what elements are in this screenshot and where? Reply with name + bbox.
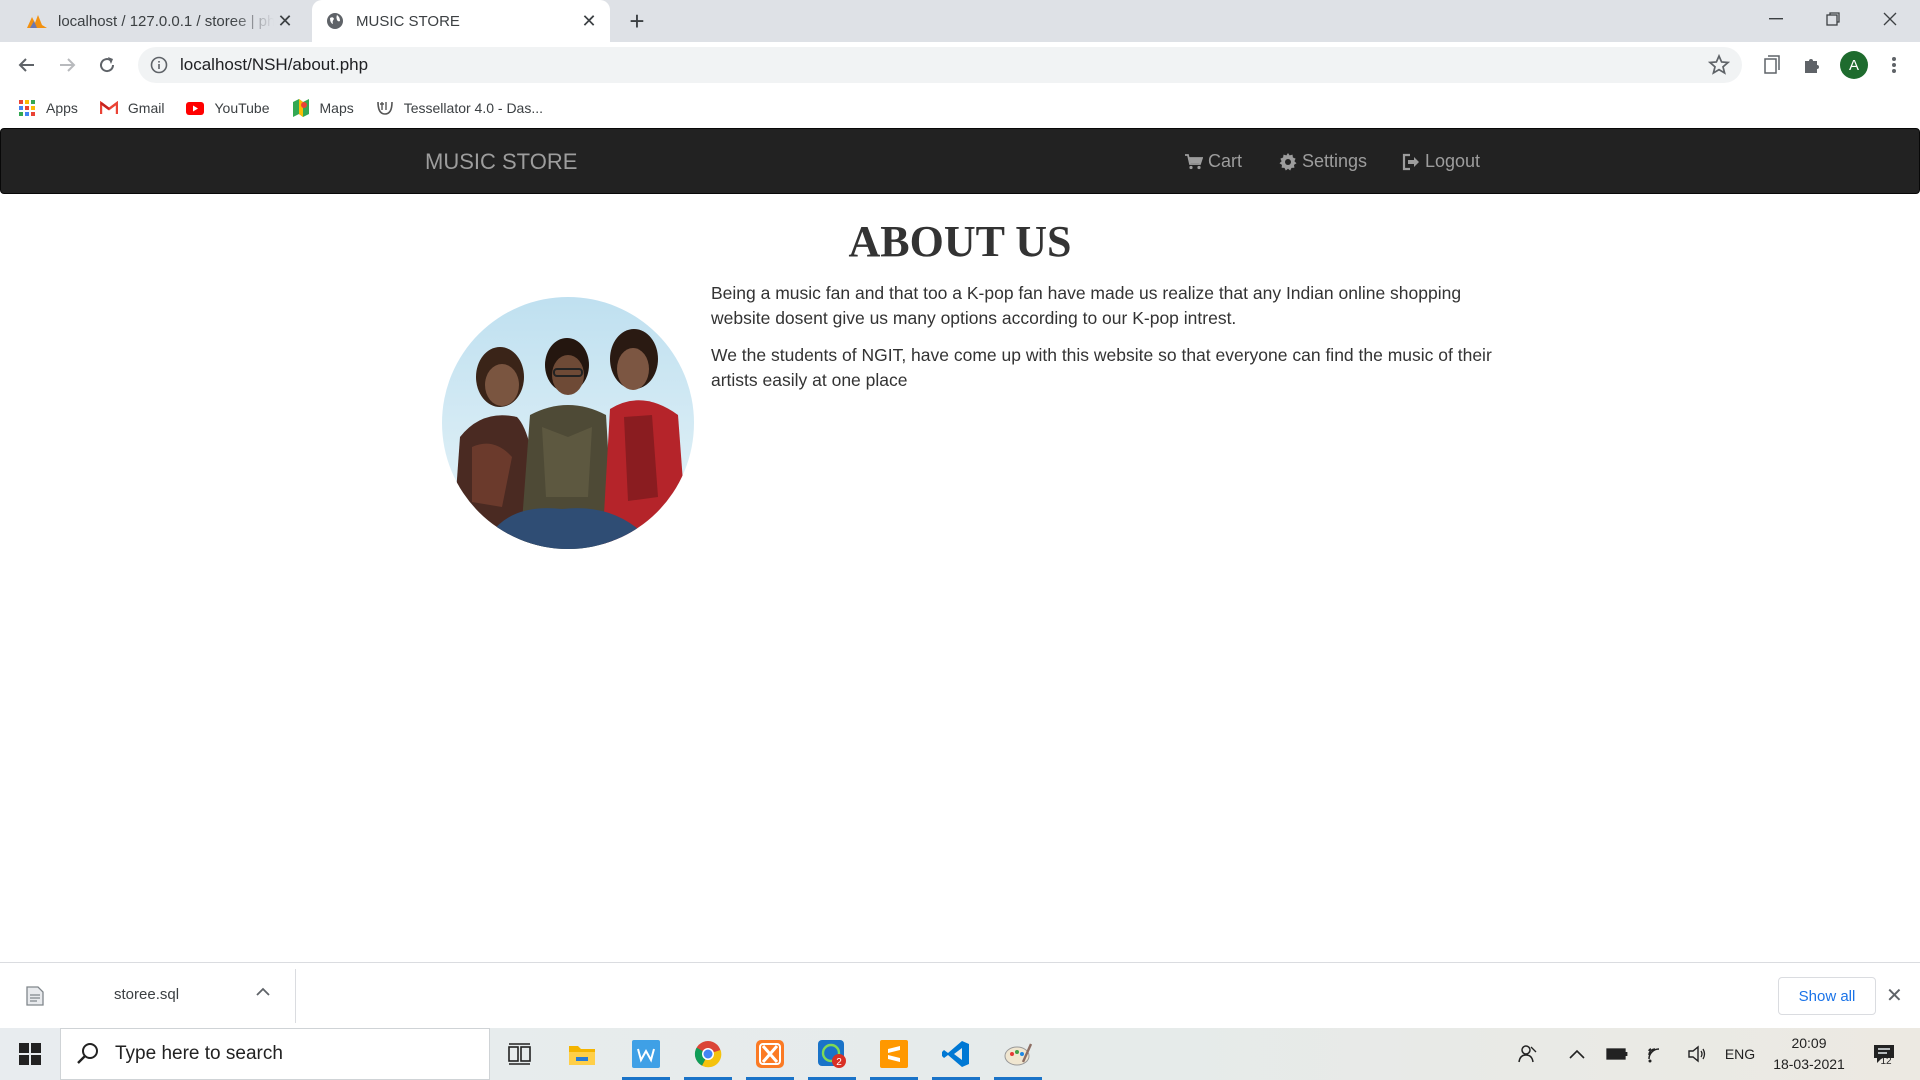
wifi-icon[interactable] <box>1642 1028 1672 1080</box>
chrome-icon[interactable] <box>682 1028 734 1080</box>
volume-icon[interactable] <box>1682 1028 1712 1080</box>
bookmark-label: Apps <box>46 100 78 116</box>
app-badge-count: 2 <box>836 1057 842 1068</box>
download-item[interactable]: storee.sql <box>16 973 296 1019</box>
system-clock[interactable]: 20:09 18-03-2021 <box>1764 1033 1854 1075</box>
bookmark-star-icon[interactable] <box>1707 53 1731 76</box>
search-icon <box>75 1041 101 1067</box>
xampp-icon[interactable] <box>744 1028 796 1080</box>
download-bar: storee.sql Show all ✕ <box>0 962 1920 1028</box>
tab-phpmyadmin[interactable]: localhost / 127.0.0.1 / storee | phpMyAd… <box>14 0 306 42</box>
url-text: localhost/NSH/about.php <box>180 55 369 74</box>
restore-icon[interactable] <box>1805 0 1861 38</box>
chevron-up-icon[interactable] <box>1564 1028 1590 1080</box>
bookmark-gmail[interactable]: Gmail <box>99 99 165 117</box>
download-file-name: storee.sql <box>114 986 180 1003</box>
tab-title: MUSIC STORE <box>356 12 460 30</box>
bookmark-tessellator[interactable]: Tessellator 4.0 - Das... <box>376 99 543 117</box>
file-icon <box>26 986 44 1006</box>
nav-logout-link[interactable]: Logout <box>1402 151 1480 172</box>
task-view-icon[interactable] <box>494 1028 546 1080</box>
bookmark-label: Gmail <box>127 100 165 116</box>
action-center-icon[interactable] <box>1866 1028 1902 1080</box>
nav-label: Logout <box>1425 151 1481 171</box>
address-bar[interactable]: localhost/NSH/about.php <box>138 47 1742 83</box>
page-title: ABOUT US <box>848 217 1072 266</box>
tessellator-icon <box>376 99 394 117</box>
bookmark-label: Tessellator 4.0 - Das... <box>403 100 544 116</box>
close-icon[interactable]: ✕ <box>1886 983 1903 1008</box>
cog-icon <box>1279 152 1297 171</box>
sublime-text-icon[interactable] <box>868 1028 920 1080</box>
clock-date: 18-03-2021 <box>1773 1056 1845 1072</box>
close-icon[interactable]: ✕ <box>274 10 296 32</box>
nav-label: Settings <box>1302 151 1368 171</box>
battery-icon[interactable] <box>1602 1028 1632 1080</box>
tab-title: localhost / 127.0.0.1 / storee | phpMyAd… <box>58 12 274 30</box>
bookmarks-bar: Apps Gmail YouTube Maps Tessellator 4.0 … <box>0 88 1920 128</box>
about-paragraph: We the students of NGIT, have come up wi… <box>711 345 1492 390</box>
bookmark-label: Maps <box>319 100 354 116</box>
bookmark-label: YouTube <box>214 100 270 116</box>
apps-grid-icon <box>18 99 36 117</box>
extensions-puzzle-icon[interactable] <box>1800 53 1824 77</box>
maps-icon <box>292 99 310 117</box>
menu-kebab-icon[interactable] <box>1882 53 1906 77</box>
language-indicator[interactable]: ENG <box>1720 1028 1760 1080</box>
divider <box>295 969 296 1023</box>
log-out-icon <box>1402 153 1420 171</box>
bookmark-maps[interactable]: Maps <box>292 99 354 117</box>
new-tab-button[interactable]: + <box>622 6 652 36</box>
team-photo <box>442 297 694 549</box>
info-icon[interactable] <box>150 56 168 74</box>
about-text: Being a music fan and that too a K-pop f… <box>711 281 1511 405</box>
bookmark-apps[interactable]: Apps <box>18 99 78 117</box>
youtube-icon <box>186 99 205 117</box>
people-icon[interactable] <box>1512 1028 1544 1080</box>
file-explorer-icon[interactable] <box>556 1028 608 1080</box>
window-close-icon[interactable] <box>1862 0 1918 38</box>
profile-avatar[interactable]: A <box>1840 51 1868 79</box>
browser-toolbar: localhost/NSH/about.php A <box>0 42 1920 88</box>
reading-list-icon[interactable] <box>1760 53 1784 77</box>
back-icon[interactable] <box>12 50 42 80</box>
vscode-icon[interactable] <box>930 1028 982 1080</box>
about-paragraph: Being a music fan and that too a K-pop f… <box>711 283 1462 328</box>
whatsapp-icon[interactable]: 2 <box>806 1028 858 1080</box>
globe-icon <box>324 10 346 32</box>
shopping-cart-icon <box>1185 153 1203 171</box>
windows-taskbar: Type here to search 2 ENG 20:09 18-03-20… <box>0 1028 1920 1080</box>
reload-icon[interactable] <box>92 50 122 80</box>
bookmark-youtube[interactable]: YouTube <box>186 99 270 117</box>
minimize-icon[interactable] <box>1748 0 1804 38</box>
browser-tabstrip: localhost / 127.0.0.1 / storee | phpMyAd… <box>0 0 1920 42</box>
search-placeholder: Type here to search <box>115 1043 283 1064</box>
paint-icon[interactable] <box>992 1028 1044 1080</box>
nav-settings-link[interactable]: Settings <box>1279 151 1367 172</box>
tab-music-store[interactable]: MUSIC STORE ✕ <box>312 0 610 42</box>
writer-app-icon[interactable] <box>620 1028 672 1080</box>
windows-start-icon[interactable] <box>0 1028 60 1080</box>
gmail-icon <box>99 99 118 117</box>
clock-time: 20:09 <box>1791 1035 1827 1051</box>
notification-count: 12 <box>1880 1056 1892 1067</box>
brand-link[interactable]: MUSIC STORE <box>425 149 577 175</box>
close-icon[interactable]: ✕ <box>578 10 600 32</box>
site-navbar: MUSIC STORE Cart Settings Logout <box>0 128 1920 194</box>
show-all-button[interactable]: Show all <box>1778 977 1876 1015</box>
forward-icon[interactable] <box>52 50 82 80</box>
nav-label: Cart <box>1208 151 1243 171</box>
screen: localhost / 127.0.0.1 / storee | phpMyAd… <box>0 0 1920 1080</box>
nav-cart-link[interactable]: Cart <box>1185 151 1242 172</box>
taskbar-search-input[interactable]: Type here to search <box>60 1028 490 1080</box>
phpmyadmin-icon <box>26 10 48 32</box>
chevron-up-icon[interactable] <box>256 984 270 1002</box>
